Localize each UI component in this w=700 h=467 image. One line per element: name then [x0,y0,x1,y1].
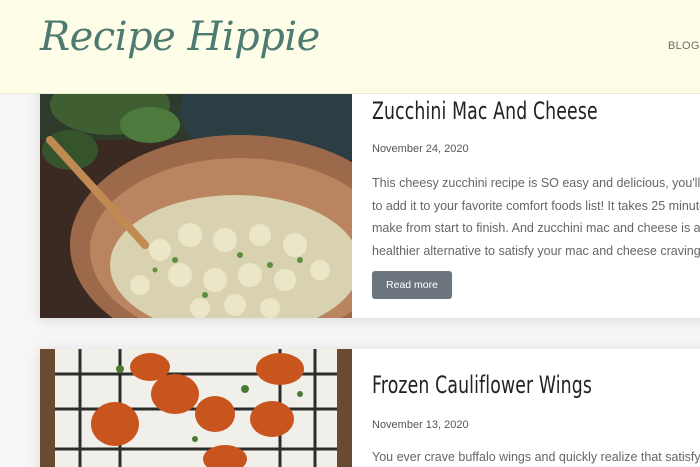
post-thumbnail-cauliflower-wings[interactable] [40,349,352,467]
post-thumbnail-zucchini-mac[interactable] [40,70,352,318]
food-photo [40,70,352,318]
post-excerpt: This cheesy zucchini recipe is SO easy a… [372,176,700,258]
nav-link-blog[interactable]: BLOG [668,40,700,52]
post-date: November 24, 2020 [372,143,469,155]
post-card: Zucchini Mac And Cheese November 24, 202… [40,70,700,318]
site-logo[interactable]: Recipe Hippie [40,14,320,60]
site-header: Recipe Hippie BLOG [0,0,700,94]
food-photo [40,349,352,467]
post-title[interactable]: Frozen Cauliflower Wings [372,371,592,399]
post-title[interactable]: Zucchini Mac And Cheese [372,97,598,125]
read-more-button[interactable]: Read more [372,271,452,299]
post-date: November 13, 2020 [372,419,469,431]
post-card: Frozen Cauliflower Wings November 13, 20… [40,349,700,467]
post-excerpt: You ever crave buffalo wings and quickly… [372,450,700,464]
